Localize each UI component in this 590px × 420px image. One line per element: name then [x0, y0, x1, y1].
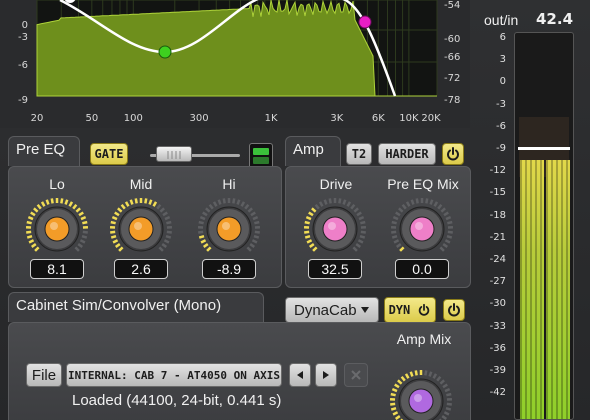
- cabinet-mode-select[interactable]: DynaCab: [285, 297, 379, 323]
- meter-tick: -6: [496, 120, 506, 132]
- gate-button[interactable]: GATE: [90, 143, 128, 165]
- meter-tick: -24: [489, 254, 506, 265]
- meter-tick: -39: [489, 365, 506, 376]
- amp-mix-knob[interactable]: [388, 368, 454, 420]
- file-button[interactable]: File: [26, 363, 62, 387]
- knob-label-hi: Hi: [222, 176, 236, 192]
- drive-knob[interactable]: [302, 196, 368, 262]
- output-meter[interactable]: [514, 32, 574, 420]
- meter-tick: 0: [499, 76, 506, 88]
- left-arrow-icon: [297, 371, 303, 379]
- eq-freq-tick: 1K: [265, 113, 278, 124]
- eq-freq-tick: 300: [189, 113, 208, 124]
- ir-status-text: Loaded (44100, 24-bit, 0.441 s): [72, 392, 282, 409]
- mid-value[interactable]: 2.6: [114, 259, 168, 279]
- cabinet-mode-value: DynaCab: [294, 301, 357, 319]
- power-icon: [448, 303, 460, 317]
- cabinet-power-button[interactable]: [443, 299, 465, 321]
- meter-tick: -21: [489, 231, 506, 243]
- meter-peak-marker[interactable]: [518, 147, 570, 150]
- mid-knob[interactable]: [108, 196, 174, 262]
- chevron-down-icon: [361, 307, 369, 313]
- lo-knob[interactable]: [24, 196, 90, 262]
- meter-tick: 6: [499, 32, 506, 43]
- eq-freq-tick: 20K: [421, 113, 441, 124]
- knob-label-lo: Lo: [49, 176, 65, 192]
- power-icon: [419, 303, 430, 316]
- meter-tick: -15: [489, 187, 506, 199]
- meter-tick: -9: [496, 143, 506, 154]
- amp-title: Amp: [293, 141, 324, 158]
- meter-tick: -42: [489, 387, 506, 399]
- meter-label: out/in: [484, 12, 519, 28]
- amp-power-button[interactable]: [442, 143, 464, 165]
- lo-value[interactable]: 8.1: [30, 259, 84, 279]
- eq-freq-tick: 6K: [372, 113, 385, 124]
- knob-label-mid: Mid: [129, 176, 153, 192]
- eq-left-tick: -3: [18, 32, 28, 43]
- harder-button[interactable]: HARDER: [378, 143, 436, 165]
- eq-left-tick: -6: [18, 60, 28, 71]
- meter-bar-right: [546, 160, 570, 419]
- eq-freq-tick: 10K: [399, 113, 419, 124]
- meter-tick: 3: [499, 54, 506, 66]
- meter-bar-left: [520, 160, 544, 419]
- eq-right-tick: -54: [444, 0, 460, 11]
- right-arrow-icon: [323, 371, 329, 379]
- prev-ir-button[interactable]: [289, 363, 311, 387]
- eq-freq-tick: 3K: [330, 113, 343, 124]
- eq-right-tick: -78: [444, 95, 460, 106]
- drive-value[interactable]: 32.5: [308, 259, 362, 279]
- pre-eq-title: Pre EQ: [16, 141, 66, 158]
- eq-left-tick: 0: [22, 20, 28, 31]
- hi-knob[interactable]: [196, 196, 262, 262]
- dyn-button[interactable]: DYN: [384, 297, 436, 323]
- meter-tick: -33: [489, 320, 506, 332]
- eq-freq-tick: 50: [85, 113, 98, 124]
- eq-right-tick: -72: [444, 73, 460, 84]
- meter-tick: -12: [489, 165, 506, 177]
- cabinet-title: Cabinet Sim/Convolver (Mono): [16, 297, 222, 314]
- gate-slider-thumb[interactable]: [156, 146, 192, 162]
- meter-tick: -18: [489, 209, 506, 221]
- pre-eq-mix-knob[interactable]: [389, 196, 455, 262]
- meter-tick: -30: [489, 298, 506, 310]
- ir-name-field[interactable]: INTERNAL: CAB 7 - AT4050 ON AXIS: [66, 363, 282, 387]
- eq-graph[interactable]: 0-3 -6 -9 -54 -60 -66 -72 -78 20 50 100 300 1K 3K 6K…: [0, 0, 470, 128]
- pre-eq-mix-value[interactable]: 0.0: [395, 259, 449, 279]
- power-icon: [447, 147, 459, 161]
- meter-tick: -36: [489, 342, 506, 354]
- meter-tick: -27: [489, 276, 506, 288]
- meter-value: 42.4: [536, 10, 574, 28]
- meter-tick: -3: [496, 98, 506, 110]
- next-ir-button[interactable]: [315, 363, 337, 387]
- clear-ir-button[interactable]: [344, 363, 368, 387]
- t2-button[interactable]: T2: [346, 143, 372, 165]
- eq-freq-tick: 20: [31, 113, 44, 124]
- knob-label-pre-eq-mix: Pre EQ Mix: [387, 176, 459, 192]
- eq-freq-tick: 100: [124, 113, 143, 124]
- eq-right-tick: -66: [444, 52, 460, 63]
- close-icon: [351, 370, 361, 380]
- output-meter-area: out/in 42.4 6 3 0 -3 -6 -9 -12 -15 -18 -21 -24 -27 -…: [476, 0, 590, 420]
- eq-left-tick: -9: [18, 95, 28, 106]
- eq-node-mid[interactable]: [158, 45, 172, 59]
- dyn-label: DYN: [388, 303, 411, 317]
- hi-value[interactable]: -8.9: [202, 259, 256, 279]
- eq-node-hi[interactable]: [358, 15, 372, 29]
- eq-right-tick: -60: [444, 34, 460, 45]
- amp-mix-label: Amp Mix: [396, 331, 452, 347]
- knob-label-drive: Drive: [319, 176, 353, 192]
